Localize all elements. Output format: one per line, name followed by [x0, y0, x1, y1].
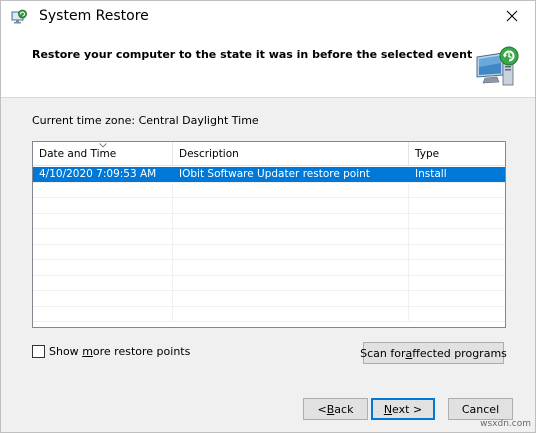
table-cell-empty: [33, 291, 173, 306]
scan-affected-programs-button[interactable]: Scan for a ffected programs: [360, 342, 507, 364]
window-title: System Restore: [39, 8, 149, 24]
table-cell-empty: [173, 229, 409, 244]
table-row: [33, 275, 505, 291]
table-cell-empty: [33, 182, 173, 197]
header-instruction: Restore your computer to the state it wa…: [32, 48, 473, 61]
close-button[interactable]: [489, 1, 535, 31]
column-header-type[interactable]: Type: [409, 142, 505, 166]
table-row[interactable]: 4/10/2020 7:09:53 AM IObit Software Updat…: [33, 167, 505, 183]
table-cell-empty: [173, 198, 409, 213]
table-cell-empty: [33, 260, 173, 275]
restore-points-list[interactable]: Date and Time Description Type 4/10/2020…: [32, 141, 506, 328]
table-cell-empty: [33, 275, 173, 290]
table-cell-empty: [409, 260, 505, 275]
show-more-label[interactable]: Show more restore points: [49, 345, 190, 358]
table-cell-empty: [409, 183, 505, 198]
table-cell-empty: [33, 244, 173, 259]
restore-computer-icon: [473, 45, 521, 89]
table-cell-empty: [33, 306, 173, 321]
timezone-label: Current time zone: Central Daylight Time: [32, 114, 259, 127]
list-header: Date and Time Description Type: [33, 142, 505, 166]
table-cell-empty: [33, 229, 173, 244]
title-bar: System Restore: [1, 1, 535, 31]
table-cell-empty: [33, 198, 173, 213]
table-cell-empty: [173, 182, 409, 197]
column-header-description[interactable]: Description: [173, 142, 409, 166]
sort-arrow-icon: [99, 143, 107, 148]
table-row: [33, 291, 505, 307]
table-cell-date: 4/10/2020 7:09:53 AM: [33, 167, 173, 182]
table-row: [33, 229, 505, 245]
table-cell-empty: [409, 245, 505, 260]
table-cell-empty: [409, 214, 505, 229]
checkbox-box[interactable]: [32, 344, 45, 358]
column-header-date[interactable]: Date and Time: [33, 142, 173, 166]
table-cell-empty: [33, 213, 173, 228]
table-row: [33, 198, 505, 214]
system-restore-window: System Restore Restore your computer to …: [0, 0, 536, 433]
table-cell-empty: [173, 244, 409, 259]
table-cell-type: Install: [415, 168, 447, 180]
table-row: [33, 260, 505, 276]
table-cell-description: IObit Software Updater restore point: [173, 167, 409, 182]
table-cell-empty: [409, 276, 505, 291]
table-cell-empty: [409, 198, 505, 213]
list-rows: 4/10/2020 7:09:53 AM IObit Software Updat…: [33, 167, 505, 322]
next-button[interactable]: Next >: [371, 398, 435, 420]
table-cell-empty: [173, 213, 409, 228]
back-button[interactable]: < Back: [303, 398, 368, 420]
close-icon: [506, 10, 518, 22]
table-row: [33, 213, 505, 229]
table-cell-empty: [173, 291, 409, 306]
table-cell-empty: [409, 229, 505, 244]
header-band: Restore your computer to the state it wa…: [1, 31, 535, 98]
table-row: [33, 306, 505, 322]
table-cell-empty: [409, 291, 505, 306]
table-cell-empty: [173, 306, 409, 321]
show-more-checkbox[interactable]: Show more restore points: [32, 344, 190, 358]
system-restore-icon: [11, 9, 27, 25]
table-cell-empty: [173, 275, 409, 290]
table-cell-empty: [409, 307, 505, 322]
table-cell-empty: [173, 260, 409, 275]
watermark: wsxdn.com: [480, 419, 531, 429]
cancel-button[interactable]: Cancel: [448, 398, 513, 420]
table-row: [33, 182, 505, 198]
table-row: [33, 244, 505, 260]
